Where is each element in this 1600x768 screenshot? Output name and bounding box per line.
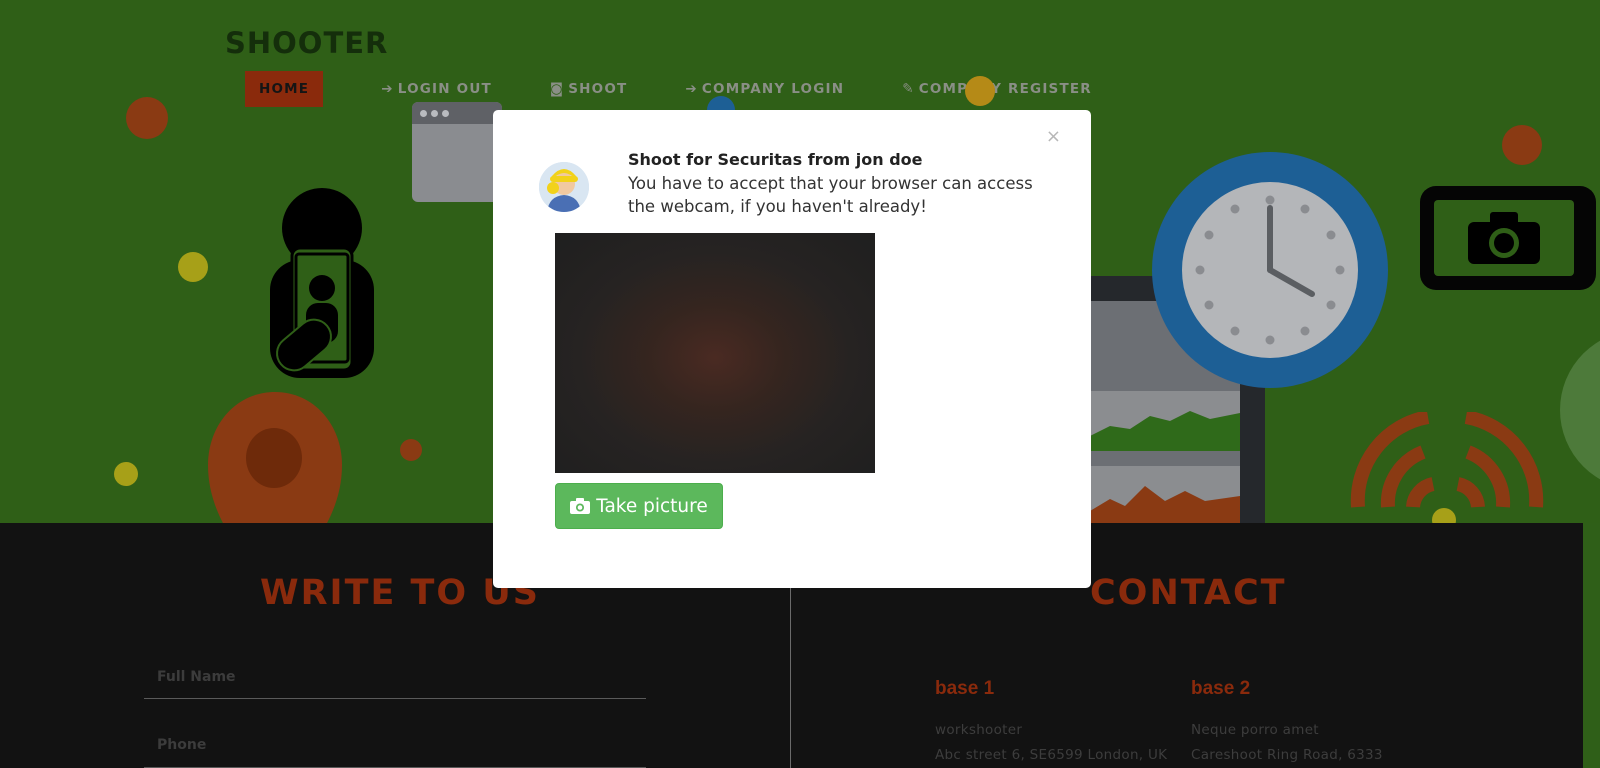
base-1-title: base 1 (935, 678, 995, 699)
decor-dot (1502, 125, 1542, 165)
shoot-modal: × Shoot for Securitas from jon doe You h… (493, 110, 1091, 588)
signal-waves-illustration (1350, 412, 1544, 508)
login-icon: ➔ (381, 81, 394, 97)
nav-item-company-login[interactable]: ➔ COMPANY LOGIN (671, 71, 858, 107)
full-name-field[interactable]: Full Name (157, 669, 236, 685)
brand-logo[interactable]: SHOOTER (225, 26, 388, 60)
base-1-line: workshooter (935, 722, 1023, 738)
webcam-preview (555, 233, 875, 473)
nav-item-label: LOGIN OUT (397, 81, 492, 97)
decor-dot (400, 439, 422, 461)
nav-item-home[interactable]: HOME (245, 71, 324, 107)
main-nav: HOME ➔ LOGIN OUT ◙ SHOOT ➔ COMPANY LOGIN ✎ C… (245, 71, 1136, 107)
base-2-line: Neque porro amet (1191, 722, 1319, 738)
nav-item-company-register[interactable]: ✎ COMPANY REGISTER (888, 71, 1106, 107)
decor-dot (114, 462, 138, 486)
clock-illustration (1152, 152, 1388, 388)
nav-item-shoot[interactable]: ◙ SHOOT (536, 71, 642, 107)
contact-title: CONTACT (1090, 573, 1287, 613)
full-name-underline (144, 698, 646, 699)
decor-dot (178, 252, 208, 282)
nav-item-label: SHOOT (568, 81, 628, 97)
decor-dot (965, 76, 995, 106)
base-1-line: Abc street 6, SE6599 London, UK (935, 747, 1168, 763)
person-phone-illustration (270, 188, 374, 378)
modal-title: Shoot for Securitas from jon doe (628, 150, 923, 169)
decor-dot (1560, 330, 1600, 490)
take-picture-button[interactable]: Take picture (555, 483, 723, 529)
nav-item-label: HOME (259, 81, 310, 97)
take-picture-label: Take picture (596, 495, 708, 517)
base-2-title: base 2 (1191, 678, 1251, 699)
avatar (539, 162, 589, 212)
decor-dot (126, 97, 168, 139)
phone-field[interactable]: Phone (157, 737, 206, 753)
edit-icon: ✎ (902, 81, 915, 97)
nav-item-label: COMPANY REGISTER (918, 81, 1092, 97)
camera-phone-illustration (1420, 186, 1596, 290)
camera-icon: ◙ (549, 81, 565, 97)
section-divider (790, 588, 791, 768)
base-2-line: Careshoot Ring Road, 6333 (1191, 747, 1383, 763)
login-icon: ➔ (685, 81, 698, 97)
camera-icon (570, 498, 591, 514)
location-pin-illustration (208, 392, 342, 523)
nav-item-label: COMPANY LOGIN (701, 81, 845, 97)
close-button[interactable]: × (1046, 126, 1061, 147)
modal-message: You have to accept that your browser can… (628, 174, 1033, 216)
camera-icon (1468, 212, 1540, 264)
browser-window-illustration (412, 102, 502, 202)
